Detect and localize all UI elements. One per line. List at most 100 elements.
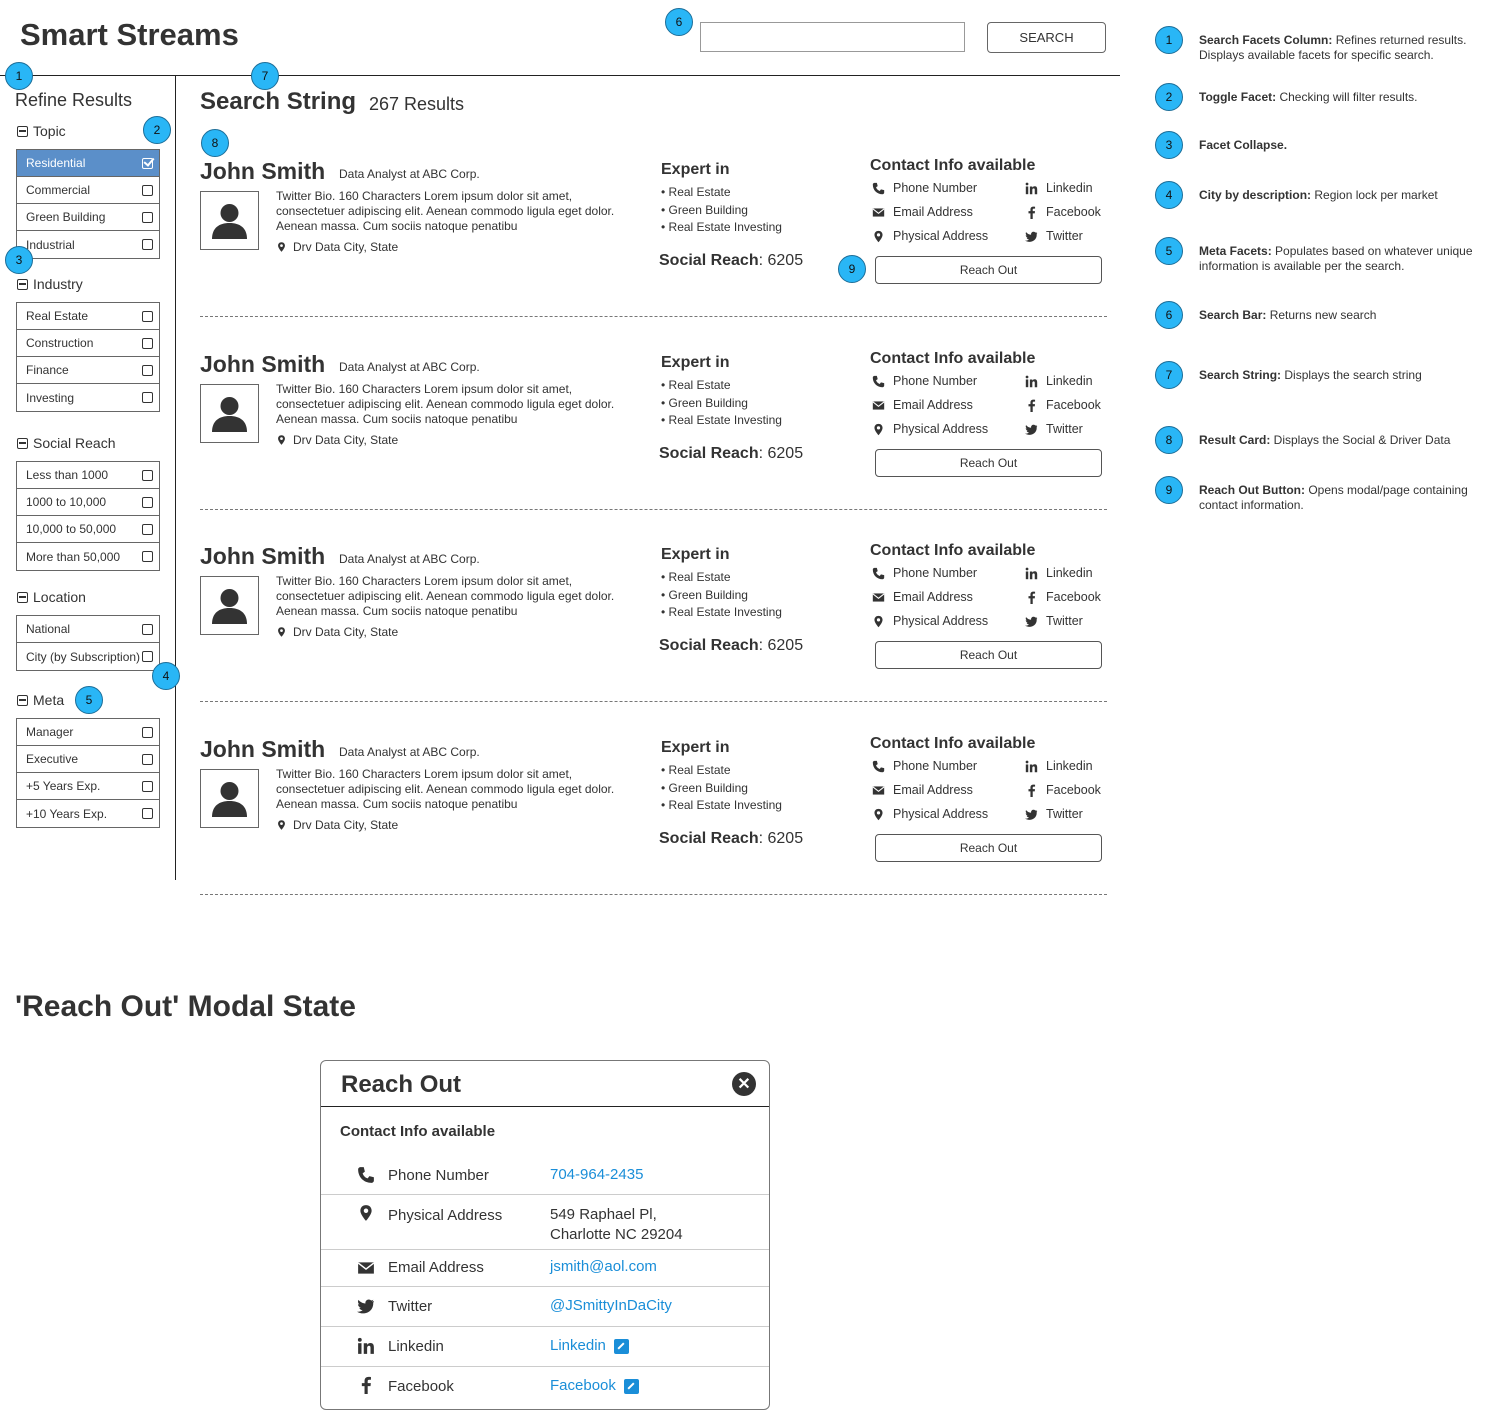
facet-option[interactable]: +5 Years Exp.: [17, 773, 159, 800]
envelope-icon: [872, 400, 885, 410]
reach-out-button[interactable]: Reach Out: [875, 256, 1102, 284]
checkbox[interactable]: [142, 239, 153, 250]
checkbox[interactable]: [142, 184, 153, 196]
social-reach-value: : 6205: [758, 830, 804, 847]
facet-list: Residential Commercial Green Building Indus…: [16, 149, 160, 259]
expert-item: • Real Estate Investing: [661, 413, 782, 427]
facet-header[interactable]: Social Reach: [17, 435, 116, 451]
map-pin-icon: [874, 230, 883, 242]
person-name[interactable]: John Smith: [200, 543, 325, 570]
legend-text: Reach Out Button: Opens modal/page conta…: [1199, 483, 1499, 513]
facet-option[interactable]: Real Estate: [17, 303, 159, 330]
facet-option[interactable]: Residential: [17, 150, 159, 177]
modal-linkedin-value[interactable]: Linkedin: [550, 1336, 606, 1356]
reach-out-button[interactable]: Reach Out: [875, 449, 1102, 477]
checkbox[interactable]: [142, 310, 153, 322]
collapse-icon[interactable]: [17, 437, 28, 449]
facet-option[interactable]: More than 50,000: [17, 543, 159, 570]
user-icon: [212, 204, 247, 239]
twitter-bio: Twitter Bio. 160 Characters Lorem ipsum …: [276, 382, 615, 426]
checkbox[interactable]: [142, 469, 153, 481]
modal-facebook-value[interactable]: Facebook: [550, 1376, 616, 1396]
checkbox[interactable]: [142, 496, 153, 508]
collapse-icon[interactable]: [17, 278, 28, 290]
facet-option[interactable]: Investing: [17, 384, 159, 411]
search-string: Search String: [200, 88, 357, 115]
checkbox[interactable]: [142, 808, 153, 819]
social-reach-value: : 6205: [758, 252, 804, 269]
facet-option[interactable]: 10,000 to 50,000: [17, 516, 159, 543]
checkbox[interactable]: [142, 780, 153, 792]
facet-title: Social Reach: [33, 435, 116, 451]
legend-text: Search String: Displays the search strin…: [1199, 368, 1499, 383]
modal-row-phone: Phone Number 704-964-2435: [321, 1154, 769, 1195]
checkbox[interactable]: [142, 337, 153, 349]
facet-option[interactable]: City (by Subscription): [17, 643, 159, 670]
checkbox[interactable]: [142, 551, 153, 562]
contact-label: Twitter: [1046, 614, 1083, 628]
modal-linkedin-link[interactable]: Linkedin: [550, 1336, 629, 1356]
facet-option[interactable]: Manager: [17, 719, 159, 746]
collapse-icon[interactable]: [17, 694, 28, 706]
person-name[interactable]: John Smith: [200, 158, 325, 185]
annotation-badge: 7: [251, 62, 279, 90]
annotation-badge: 4: [152, 662, 180, 690]
facet-option[interactable]: Green Building: [17, 204, 159, 231]
checkbox[interactable]: [142, 753, 153, 765]
person-name[interactable]: John Smith: [200, 351, 325, 378]
checkbox-checked[interactable]: [142, 157, 153, 169]
contact-label: Phone Number: [893, 181, 978, 195]
checkbox[interactable]: [142, 623, 153, 635]
reach-out-button[interactable]: Reach Out: [875, 834, 1102, 862]
facet-header[interactable]: Topic: [17, 123, 66, 139]
map-pin-icon: [874, 615, 883, 627]
user-icon: [212, 397, 247, 432]
collapse-icon[interactable]: [17, 591, 28, 603]
close-icon[interactable]: ✕: [732, 1072, 756, 1096]
facet-option[interactable]: Executive: [17, 746, 159, 773]
facet-header[interactable]: Meta: [17, 692, 64, 708]
checkbox[interactable]: [142, 651, 153, 662]
contact-label: Phone Number: [893, 374, 978, 388]
facet-option[interactable]: 1000 to 10,000: [17, 489, 159, 516]
contact-label: Email Address: [893, 590, 973, 604]
external-link-icon[interactable]: [613, 1338, 629, 1354]
modal-title: Reach Out: [341, 1071, 462, 1098]
search-input[interactable]: [700, 22, 965, 52]
modal-phone-value[interactable]: 704-964-2435: [550, 1165, 643, 1185]
facet-option[interactable]: Less than 1000: [17, 462, 159, 489]
facet-option[interactable]: Industrial: [17, 231, 159, 258]
facet-header[interactable]: Location: [17, 589, 86, 605]
facet-option[interactable]: National: [17, 616, 159, 643]
facet-option[interactable]: Construction: [17, 330, 159, 357]
facet-option[interactable]: Commercial: [17, 177, 159, 204]
location-text: Drv Data City, State: [293, 625, 399, 639]
facet-option[interactable]: Finance: [17, 357, 159, 384]
checkbox[interactable]: [142, 364, 153, 376]
twitter-icon: [1025, 231, 1038, 242]
checkbox[interactable]: [142, 726, 153, 738]
facet-header[interactable]: Industry: [17, 276, 83, 292]
modal-email-value[interactable]: jsmith@aol.com: [550, 1257, 657, 1277]
avatar: [200, 384, 259, 443]
person-name[interactable]: John Smith: [200, 736, 325, 763]
modal-facebook-link[interactable]: Facebook: [550, 1376, 639, 1396]
legend-title: Result Card:: [1199, 433, 1271, 447]
search-button[interactable]: SEARCH: [987, 22, 1106, 53]
modal-twitter-value[interactable]: @JSmittyInDaCity: [550, 1296, 672, 1316]
external-link-icon[interactable]: [623, 1378, 639, 1394]
contact-item-email: Email Address: [872, 590, 973, 604]
facet-option-label: City (by Subscription): [26, 649, 141, 664]
checkbox[interactable]: [142, 211, 153, 223]
reach-out-button[interactable]: Reach Out: [875, 641, 1102, 669]
card-divider: [200, 894, 1107, 895]
collapse-icon[interactable]: [17, 125, 28, 137]
checkbox[interactable]: [142, 523, 153, 535]
expert-list: • Real Estate • Green Building • Real Esta…: [661, 184, 782, 237]
sidebar-title: Refine Results: [15, 90, 133, 110]
social-reach: Social Reach: 6205: [659, 445, 803, 463]
result-card: John Smith Data Analyst at ABC Corp. Twitt…: [200, 539, 1107, 732]
checkbox[interactable]: [142, 392, 153, 403]
annotation-badge: 4: [1155, 181, 1183, 209]
facet-option[interactable]: +10 Years Exp.: [17, 800, 159, 827]
